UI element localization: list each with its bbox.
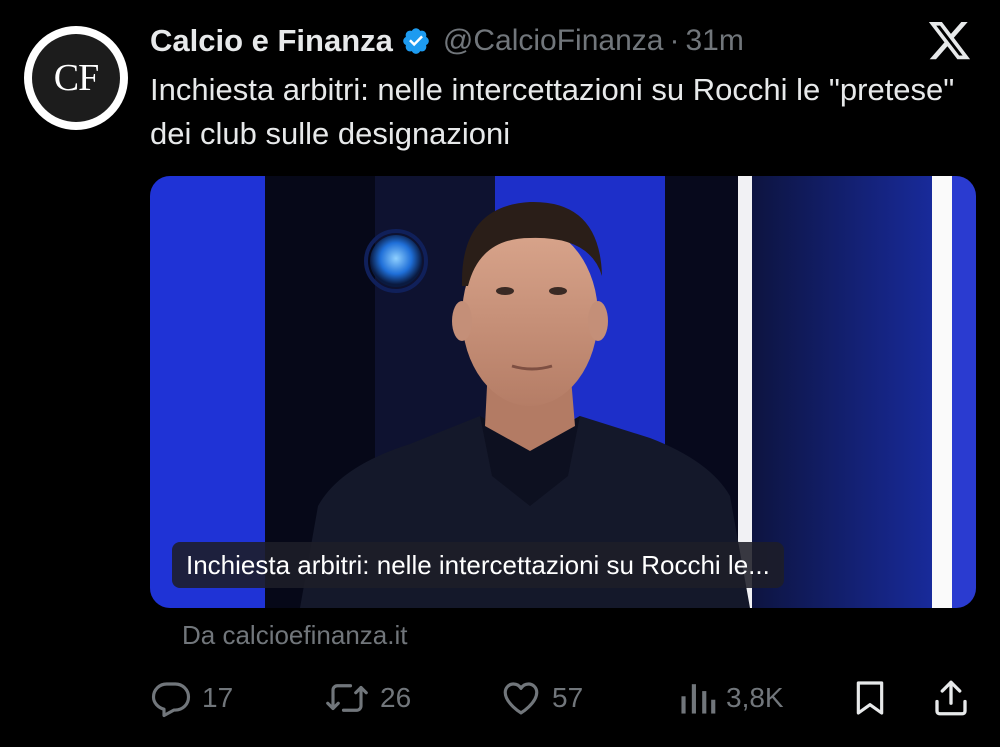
share-icon: [935, 680, 967, 716]
reply-icon: [151, 682, 191, 718]
view-count: 3,8K: [726, 682, 784, 713]
separator-dot: ·: [669, 24, 680, 57]
views-button[interactable]: 3,8K: [678, 672, 784, 724]
media-card[interactable]: Inchiesta arbitri: nelle intercettazioni…: [150, 176, 976, 608]
heart-icon: [503, 682, 539, 715]
bookmark-icon: [856, 681, 884, 715]
reply-count: 17: [202, 682, 234, 713]
handle[interactable]: @CalcioFinanza: [443, 24, 664, 58]
repost-button[interactable]: 26: [324, 672, 411, 724]
timestamp[interactable]: 31m: [685, 24, 743, 58]
avatar[interactable]: CF: [24, 26, 128, 130]
share-button[interactable]: [930, 672, 972, 724]
tweet-text: Inchiesta arbitri: nelle intercettazioni…: [150, 72, 955, 151]
x-logo-icon[interactable]: [928, 22, 972, 62]
link-source[interactable]: Da calcioefinanza.it: [182, 620, 407, 651]
avatar-logo: CF: [32, 34, 120, 122]
tweet-header: Calcio e Finanza @CalcioFinanza · 31m: [150, 20, 744, 62]
media-caption: Inchiesta arbitri: nelle intercettazioni…: [172, 542, 784, 588]
like-button[interactable]: 57: [500, 672, 583, 724]
display-name[interactable]: Calcio e Finanza: [150, 23, 393, 59]
views-icon: [681, 684, 716, 714]
bookmark-button[interactable]: [850, 672, 890, 724]
verified-badge-icon: [403, 28, 429, 54]
like-count: 57: [552, 682, 584, 713]
repost-count: 26: [380, 682, 412, 713]
reply-button[interactable]: 17: [150, 672, 233, 724]
repost-icon: [326, 684, 368, 712]
action-bar: 17 26 57 3,8K: [150, 672, 980, 724]
